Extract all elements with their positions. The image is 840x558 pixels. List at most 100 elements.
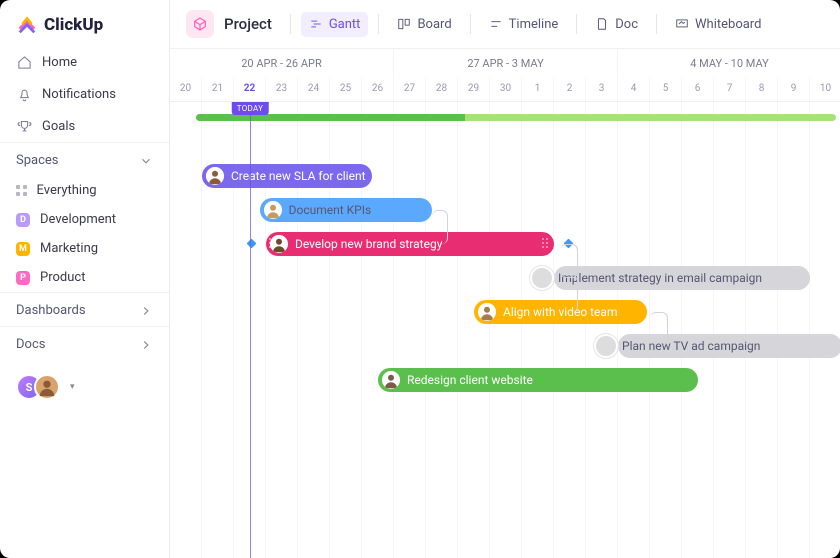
space-label: Product — [40, 270, 85, 285]
day-header[interactable]: 23 — [266, 77, 298, 101]
timeline-icon — [489, 17, 503, 31]
day-header[interactable]: 24 — [298, 77, 330, 101]
day-header[interactable]: 30 — [490, 77, 522, 101]
section-docs[interactable]: Docs — [0, 326, 169, 360]
day-header[interactable]: 1 — [522, 77, 554, 101]
day-header[interactable]: 10 — [810, 77, 840, 101]
day-header[interactable]: 28 — [426, 77, 458, 101]
space-badge: D — [16, 213, 30, 227]
view-gantt[interactable]: Gantt — [301, 12, 369, 37]
separator — [290, 14, 291, 34]
logo[interactable]: ClickUp — [0, 0, 169, 46]
view-doc[interactable]: Doc — [587, 12, 646, 37]
week-header: 4 MAY - 10 MAY — [618, 49, 840, 77]
logo-icon — [16, 14, 38, 36]
nav-label: Goals — [42, 119, 75, 134]
task-bar[interactable]: Document KPIs — [260, 198, 433, 222]
section-label: Spaces — [16, 153, 59, 168]
space-badge: P — [16, 271, 30, 285]
task-label: Document KPIs — [289, 203, 372, 217]
day-header[interactable]: 20 — [170, 77, 202, 101]
space-everything[interactable]: Everything — [0, 176, 169, 205]
view-board[interactable]: Board — [389, 12, 459, 37]
caret-down-icon: ▾ — [70, 382, 75, 392]
whiteboard-icon — [675, 17, 689, 31]
board-icon — [397, 17, 411, 31]
view-whiteboard[interactable]: Whiteboard — [667, 12, 769, 37]
view-label: Doc — [615, 17, 638, 32]
task-label: Develop new brand strategy — [295, 237, 442, 251]
bell-icon — [16, 86, 32, 102]
day-header[interactable]: 5 — [650, 77, 682, 101]
day-header[interactable]: 2 — [554, 77, 586, 101]
home-icon — [16, 54, 32, 70]
day-header[interactable]: 26 — [362, 77, 394, 101]
avatar — [34, 374, 60, 400]
nav-home[interactable]: Home — [0, 46, 169, 78]
logo-text: ClickUp — [44, 15, 103, 35]
task-bar[interactable]: Create new SLA for client — [202, 164, 372, 188]
section-label: Docs — [16, 337, 45, 352]
app-window: ClickUp Home Notifications Goals Spaces … — [0, 0, 840, 558]
sidebar: ClickUp Home Notifications Goals Spaces … — [0, 0, 170, 558]
nav-goals[interactable]: Goals — [0, 110, 169, 142]
assignee-avatar — [478, 303, 496, 321]
chevron-right-icon — [139, 338, 153, 352]
view-timeline[interactable]: Timeline — [481, 12, 567, 37]
chevron-down-icon — [139, 154, 153, 168]
week-header: 27 APR - 3 MAY — [394, 49, 618, 77]
gantt-chart[interactable]: TODAY Create new SLA for clientDocument … — [170, 102, 840, 558]
task-label: Plan new TV ad campaign — [622, 339, 760, 353]
day-header[interactable]: 7 — [714, 77, 746, 101]
day-header[interactable]: 25 — [330, 77, 362, 101]
project-title[interactable]: Project — [224, 15, 272, 33]
space-marketing[interactable]: M Marketing — [0, 234, 169, 263]
presence[interactable]: S ▾ — [0, 360, 169, 414]
task-bar[interactable]: Redesign client website — [378, 368, 698, 392]
day-header[interactable]: 4 — [618, 77, 650, 101]
assignee-avatar — [264, 201, 282, 219]
doc-icon — [595, 17, 609, 31]
task-label: Create new SLA for client — [231, 169, 366, 183]
drag-handle-icon[interactable] — [542, 238, 550, 250]
separator — [470, 14, 471, 34]
space-product[interactable]: P Product — [0, 263, 169, 292]
task-bar[interactable]: Develop new brand strategy — [266, 232, 554, 256]
dependency-line — [650, 312, 668, 346]
trophy-icon — [16, 118, 32, 134]
grid-icon — [16, 185, 27, 196]
chevron-right-icon — [139, 304, 153, 318]
space-development[interactable]: D Development — [0, 205, 169, 234]
section-spaces[interactable]: Spaces — [0, 142, 169, 176]
section-label: Dashboards — [16, 303, 86, 318]
separator — [576, 14, 577, 34]
task-label: Redesign client website — [407, 373, 533, 387]
day-header[interactable]: 21 — [202, 77, 234, 101]
view-label: Board — [417, 17, 451, 32]
day-header[interactable]: 29 — [458, 77, 490, 101]
nav-label: Notifications — [42, 87, 116, 102]
day-header[interactable]: 27 — [394, 77, 426, 101]
dependency-line — [432, 210, 448, 244]
nav-notifications[interactable]: Notifications — [0, 78, 169, 110]
dependency-line — [560, 244, 578, 312]
day-header[interactable]: 9 — [778, 77, 810, 101]
nav-label: Home — [42, 55, 77, 70]
section-dashboards[interactable]: Dashboards — [0, 292, 169, 326]
project-icon — [186, 10, 214, 38]
space-label: Everything — [37, 183, 97, 198]
view-label: Timeline — [509, 17, 559, 32]
day-header[interactable]: 6 — [682, 77, 714, 101]
timeline-header: 20 APR - 26 APR27 APR - 3 MAY4 MAY - 10 … — [170, 49, 840, 102]
day-header[interactable]: 3 — [586, 77, 618, 101]
task-bar[interactable]: Implement strategy in email campaign — [554, 266, 810, 290]
view-label: Whiteboard — [695, 17, 761, 32]
space-label: Marketing — [40, 241, 98, 256]
view-label: Gantt — [329, 17, 361, 32]
assignee-avatar — [382, 371, 400, 389]
day-header[interactable]: 8 — [746, 77, 778, 101]
day-header[interactable]: 22 — [234, 77, 266, 101]
toolbar: Project Gantt Board Timeline Doc — [170, 0, 840, 49]
summary-progress — [196, 114, 836, 121]
main: Project Gantt Board Timeline Doc — [170, 0, 840, 558]
